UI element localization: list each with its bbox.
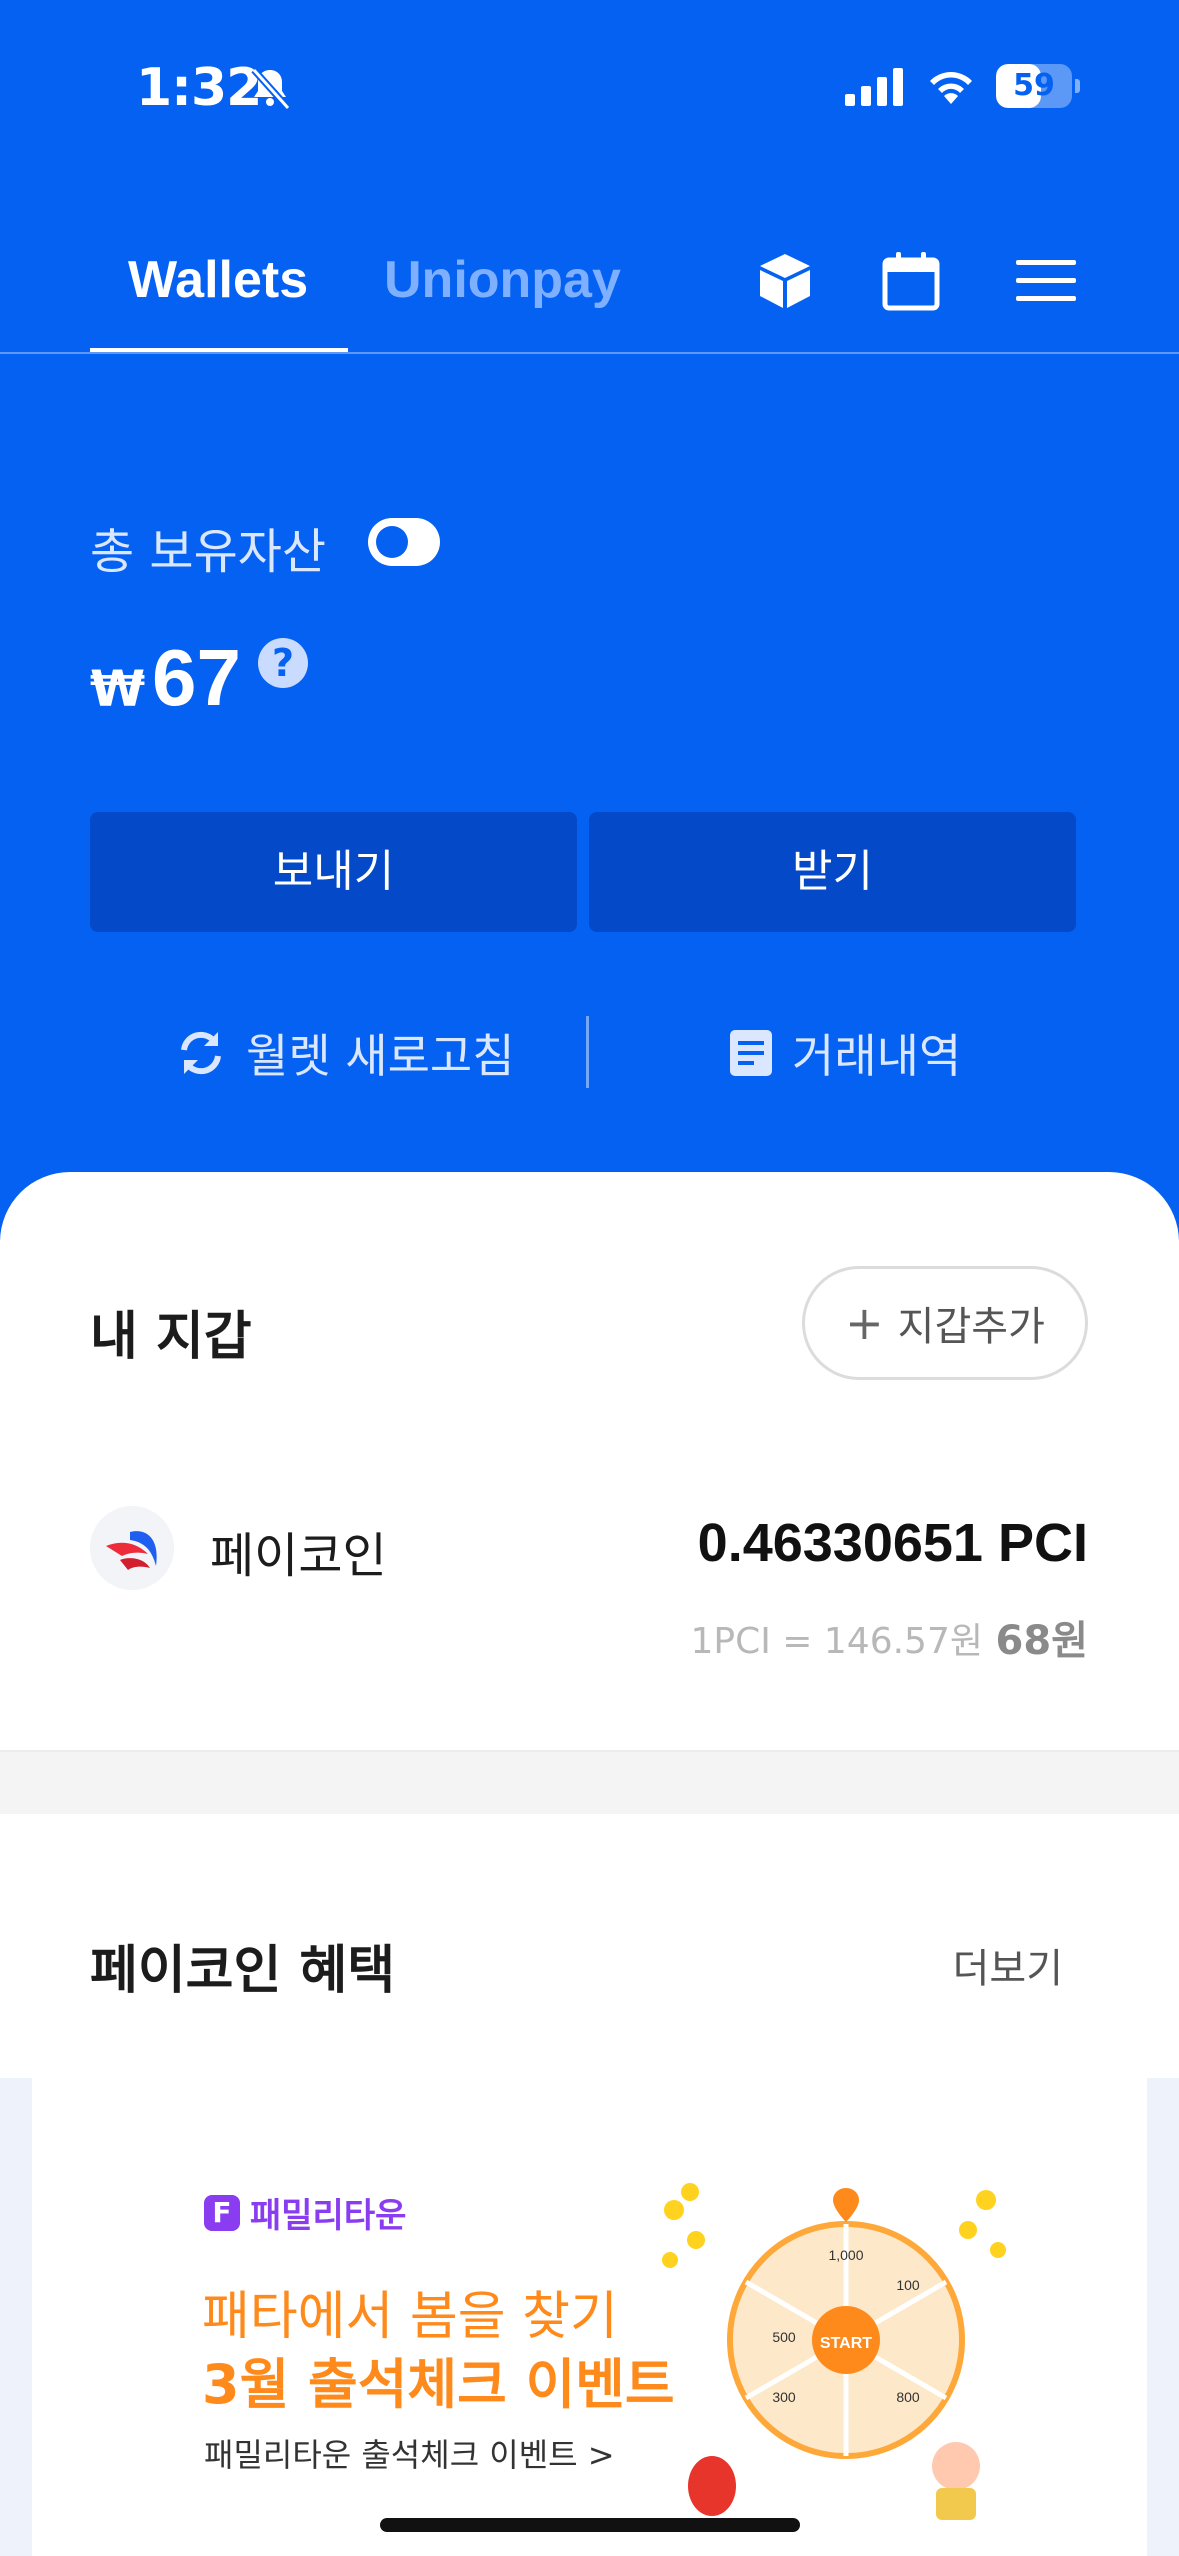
coin-name[interactable]: 페이코인 xyxy=(210,1516,387,1586)
coin-exchange-rate: 1PCI = 146.57원 xyxy=(690,1621,983,1662)
wheel-value: 1,000 xyxy=(828,2247,863,2263)
bell-slash-icon xyxy=(251,67,291,111)
roulette-wheel-illustration: START 1,000 100 800 300 500 xyxy=(662,2183,1006,2520)
send-button[interactable]: 보내기 xyxy=(90,812,577,932)
add-wallet-label: 지갑추가 xyxy=(897,1304,1045,1350)
coin-balance: 0.46330651 PCI xyxy=(697,1513,1088,1573)
battery-indicator: 59 xyxy=(996,64,1080,108)
promo-subtitle[interactable]: 패밀리타운 출석체크 이벤트 > xyxy=(204,2430,615,2476)
transaction-history-label: 거래내역 xyxy=(792,1029,962,1083)
wheel-start-label: START xyxy=(820,2335,872,2352)
familytown-mark-icon: F xyxy=(204,2194,240,2231)
tab-unionpay[interactable]: Unionpay xyxy=(384,250,621,310)
wheel-value: 100 xyxy=(896,2277,920,2293)
document-icon xyxy=(730,1030,772,1076)
coin-krw-value: 68원 xyxy=(995,1618,1088,1664)
tab-wallets[interactable]: Wallets xyxy=(128,250,308,310)
hide-assets-toggle[interactable] xyxy=(368,518,440,566)
transaction-history-button[interactable]: 거래내역 xyxy=(728,1018,961,1088)
cube-icon[interactable] xyxy=(754,250,816,312)
promo-headline-1: 패타에서 봄을 찾기 xyxy=(202,2287,618,2347)
section-divider xyxy=(0,1750,1179,1814)
add-wallet-button[interactable]: + 지갑추가 xyxy=(802,1266,1088,1380)
calendar-icon[interactable] xyxy=(880,250,942,312)
plus-icon: + xyxy=(845,1296,884,1350)
currency-symbol: ₩ xyxy=(90,660,146,718)
menu-icon[interactable] xyxy=(1014,250,1078,312)
home-indicator xyxy=(380,2518,800,2532)
action-divider xyxy=(586,1016,589,1088)
paycoin-logo-icon[interactable] xyxy=(90,1506,174,1590)
wheel-value: 300 xyxy=(772,2389,796,2405)
familytown-logo: F 패밀리타운 xyxy=(204,2188,406,2237)
refresh-wallet-button[interactable]: 월렛 새로고침 xyxy=(174,1018,515,1088)
help-icon[interactable]: ? xyxy=(258,638,308,688)
my-wallet-title: 내 지갑 xyxy=(90,1307,252,1367)
wheel-value: 800 xyxy=(896,2389,920,2405)
tab-divider xyxy=(0,352,1179,354)
wifi-icon xyxy=(930,72,972,104)
total-assets-label: 총 보유자산 xyxy=(90,524,327,580)
refresh-wallet-label: 월렛 새로고침 xyxy=(246,1029,515,1083)
receive-button[interactable]: 받기 xyxy=(589,812,1076,932)
familytown-brand: 패밀리타운 xyxy=(250,2196,407,2236)
more-link[interactable]: 더보기 xyxy=(953,1936,1063,1994)
benefits-title: 페이코인 혜택 xyxy=(90,1941,396,2001)
status-time: 1:32 xyxy=(136,58,262,118)
total-assets-amount: 67 xyxy=(152,633,241,722)
cellular-signal-icon xyxy=(845,68,903,106)
promo-headline-2: 3월 출석체크 이벤트 xyxy=(202,2353,675,2416)
refresh-icon xyxy=(181,1031,221,1075)
wheel-value: 500 xyxy=(772,2329,796,2345)
battery-percent: 59 xyxy=(1013,68,1055,103)
